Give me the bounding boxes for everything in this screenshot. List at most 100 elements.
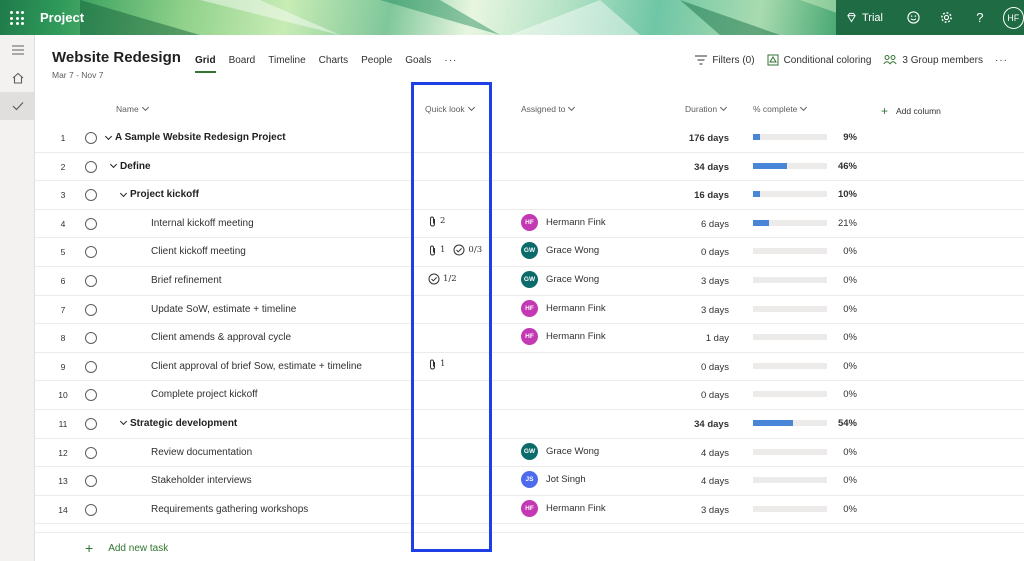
percent-complete-cell[interactable]: 9% <box>831 132 857 143</box>
table-row[interactable]: 5 Client kickoff meeting 1 0/3 GW Grace Wong 0… <box>35 238 1024 267</box>
assignee[interactable]: HF Hermann Fink <box>521 499 606 517</box>
settings-button[interactable] <box>930 0 963 35</box>
tab-grid[interactable]: Grid <box>195 55 216 73</box>
complete-task-checkbox[interactable] <box>85 503 97 516</box>
tab-goals[interactable]: Goals <box>405 55 431 73</box>
assignee[interactable]: HF Hermann Fink <box>521 328 606 346</box>
assignee[interactable]: GW Grace Wong <box>521 442 599 460</box>
table-row[interactable]: 9 Client approval of brief Sow, estimate … <box>35 353 1024 382</box>
tab-timeline[interactable]: Timeline <box>268 55 305 73</box>
duration-cell[interactable]: 3 days <box>701 505 729 516</box>
task-name[interactable]: Brief refinement <box>151 275 222 286</box>
percent-complete-cell[interactable]: 0% <box>831 504 857 515</box>
filters-button[interactable]: Filters (0) <box>695 55 755 66</box>
add-column-button[interactable]: + Add column <box>881 104 941 118</box>
percent-complete-cell[interactable]: 21% <box>831 218 857 229</box>
task-name[interactable]: Project kickoff <box>119 189 199 200</box>
duration-cell[interactable]: 3 days <box>701 276 729 287</box>
my-tasks-button[interactable] <box>0 92 35 120</box>
percent-complete-cell[interactable]: 54% <box>831 418 857 429</box>
complete-task-checkbox[interactable] <box>85 332 97 345</box>
assignee[interactable]: GW Grace Wong <box>521 242 599 260</box>
table-row[interactable]: 7 Update SoW, estimate + timeline HF Herman… <box>35 296 1024 325</box>
table-row[interactable]: 8 Client amends & approval cycle HF Hermann… <box>35 324 1024 353</box>
duration-cell[interactable]: 16 days <box>694 190 729 201</box>
duration-cell[interactable]: 34 days <box>694 162 729 173</box>
complete-task-checkbox[interactable] <box>85 217 97 230</box>
tab-charts[interactable]: Charts <box>319 55 348 73</box>
task-name[interactable]: Client kickoff meeting <box>151 246 246 257</box>
complete-task-checkbox[interactable] <box>85 446 97 459</box>
duration-cell[interactable]: 0 days <box>701 362 729 373</box>
chevron-down-icon[interactable] <box>104 132 113 140</box>
task-name[interactable]: Update SoW, estimate + timeline <box>151 304 296 315</box>
home-button[interactable] <box>0 64 35 92</box>
table-row[interactable]: 11 Strategic development 34 days 54% <box>35 410 1024 439</box>
task-name[interactable]: Client approval of brief Sow, estimate +… <box>151 361 362 372</box>
percent-complete-cell[interactable]: 0% <box>831 275 857 286</box>
complete-task-checkbox[interactable] <box>85 246 97 259</box>
percent-complete-cell[interactable]: 46% <box>831 161 857 172</box>
complete-task-checkbox[interactable] <box>85 475 97 488</box>
project-title[interactable]: Website Redesign <box>52 49 181 66</box>
complete-task-checkbox[interactable] <box>85 389 97 402</box>
table-row[interactable]: 14 Requirements gathering workshops HF Herm… <box>35 496 1024 525</box>
tab-board[interactable]: Board <box>229 55 256 73</box>
task-name[interactable]: Client amends & approval cycle <box>151 332 291 343</box>
task-name[interactable]: Review documentation <box>151 447 252 458</box>
chevron-down-icon[interactable] <box>119 189 128 197</box>
table-row[interactable]: 12 Review documentation GW Grace Wong 4 days… <box>35 439 1024 468</box>
table-row[interactable]: 2 Define 34 days 46% <box>35 153 1024 182</box>
chevron-down-icon[interactable] <box>109 161 118 169</box>
task-name[interactable]: A Sample Website Redesign Project <box>104 132 286 143</box>
table-row[interactable]: 13 Stakeholder interviews JS Jot Singh 4 day… <box>35 467 1024 496</box>
more-tabs-button[interactable]: ··· <box>444 55 457 73</box>
task-name[interactable]: Strategic development <box>119 418 237 429</box>
percent-complete-cell[interactable]: 0% <box>831 361 857 372</box>
duration-cell[interactable]: 0 days <box>701 247 729 258</box>
percent-complete-cell[interactable]: 0% <box>831 475 857 486</box>
column-header-percent-complete[interactable]: % complete <box>753 103 808 114</box>
table-row[interactable]: 3 Project kickoff 16 days 10% <box>35 181 1024 210</box>
complete-task-checkbox[interactable] <box>85 417 97 430</box>
complete-task-checkbox[interactable] <box>85 160 97 173</box>
tab-people[interactable]: People <box>361 55 392 73</box>
task-name[interactable]: Internal kickoff meeting <box>151 218 254 229</box>
column-header-duration[interactable]: Duration <box>685 103 728 114</box>
duration-cell[interactable]: 4 days <box>701 476 729 487</box>
percent-complete-cell[interactable]: 10% <box>831 189 857 200</box>
complete-task-checkbox[interactable] <box>85 360 97 373</box>
complete-task-checkbox[interactable] <box>85 303 97 316</box>
percent-complete-cell[interactable]: 0% <box>831 246 857 257</box>
duration-cell[interactable]: 3 days <box>701 305 729 316</box>
task-name[interactable]: Define <box>109 161 151 172</box>
table-row[interactable]: 4 Internal kickoff meeting 2 HF Hermann Fink… <box>35 210 1024 239</box>
task-name[interactable]: Requirements gathering workshops <box>151 504 308 515</box>
percent-complete-cell[interactable]: 0% <box>831 332 857 343</box>
help-button[interactable]: ? <box>963 0 996 35</box>
table-row[interactable]: 1 A Sample Website Redesign Project 176 da… <box>35 124 1024 153</box>
column-header-assigned-to[interactable]: Assigned to <box>521 103 576 114</box>
table-row[interactable]: 6 Brief refinement 1/2 GW Grace Wong 3 days 0% <box>35 267 1024 296</box>
duration-cell[interactable]: 1 day <box>706 333 729 344</box>
app-name[interactable]: Project <box>40 10 84 25</box>
duration-cell[interactable]: 4 days <box>701 448 729 459</box>
task-name[interactable]: Stakeholder interviews <box>151 475 252 486</box>
assignee[interactable]: JS Jot Singh <box>521 471 586 489</box>
app-launcher-icon[interactable] <box>10 11 24 25</box>
percent-complete-cell[interactable]: 0% <box>831 304 857 315</box>
task-name[interactable]: Complete project kickoff <box>151 389 258 400</box>
complete-task-checkbox[interactable] <box>85 132 97 144</box>
duration-cell[interactable]: 176 days <box>689 133 729 144</box>
menu-button[interactable] <box>0 36 35 64</box>
percent-complete-cell[interactable]: 0% <box>831 389 857 400</box>
complete-task-checkbox[interactable] <box>85 274 97 287</box>
duration-cell[interactable]: 6 days <box>701 219 729 230</box>
chevron-down-icon[interactable] <box>119 418 128 426</box>
complete-task-checkbox[interactable] <box>85 189 97 202</box>
column-header-name[interactable]: Name <box>116 103 149 114</box>
more-options-button[interactable]: ··· <box>995 55 1008 66</box>
percent-complete-cell[interactable]: 0% <box>831 447 857 458</box>
feedback-button[interactable] <box>897 0 930 35</box>
assignee[interactable]: HF Hermann Fink <box>521 213 606 231</box>
